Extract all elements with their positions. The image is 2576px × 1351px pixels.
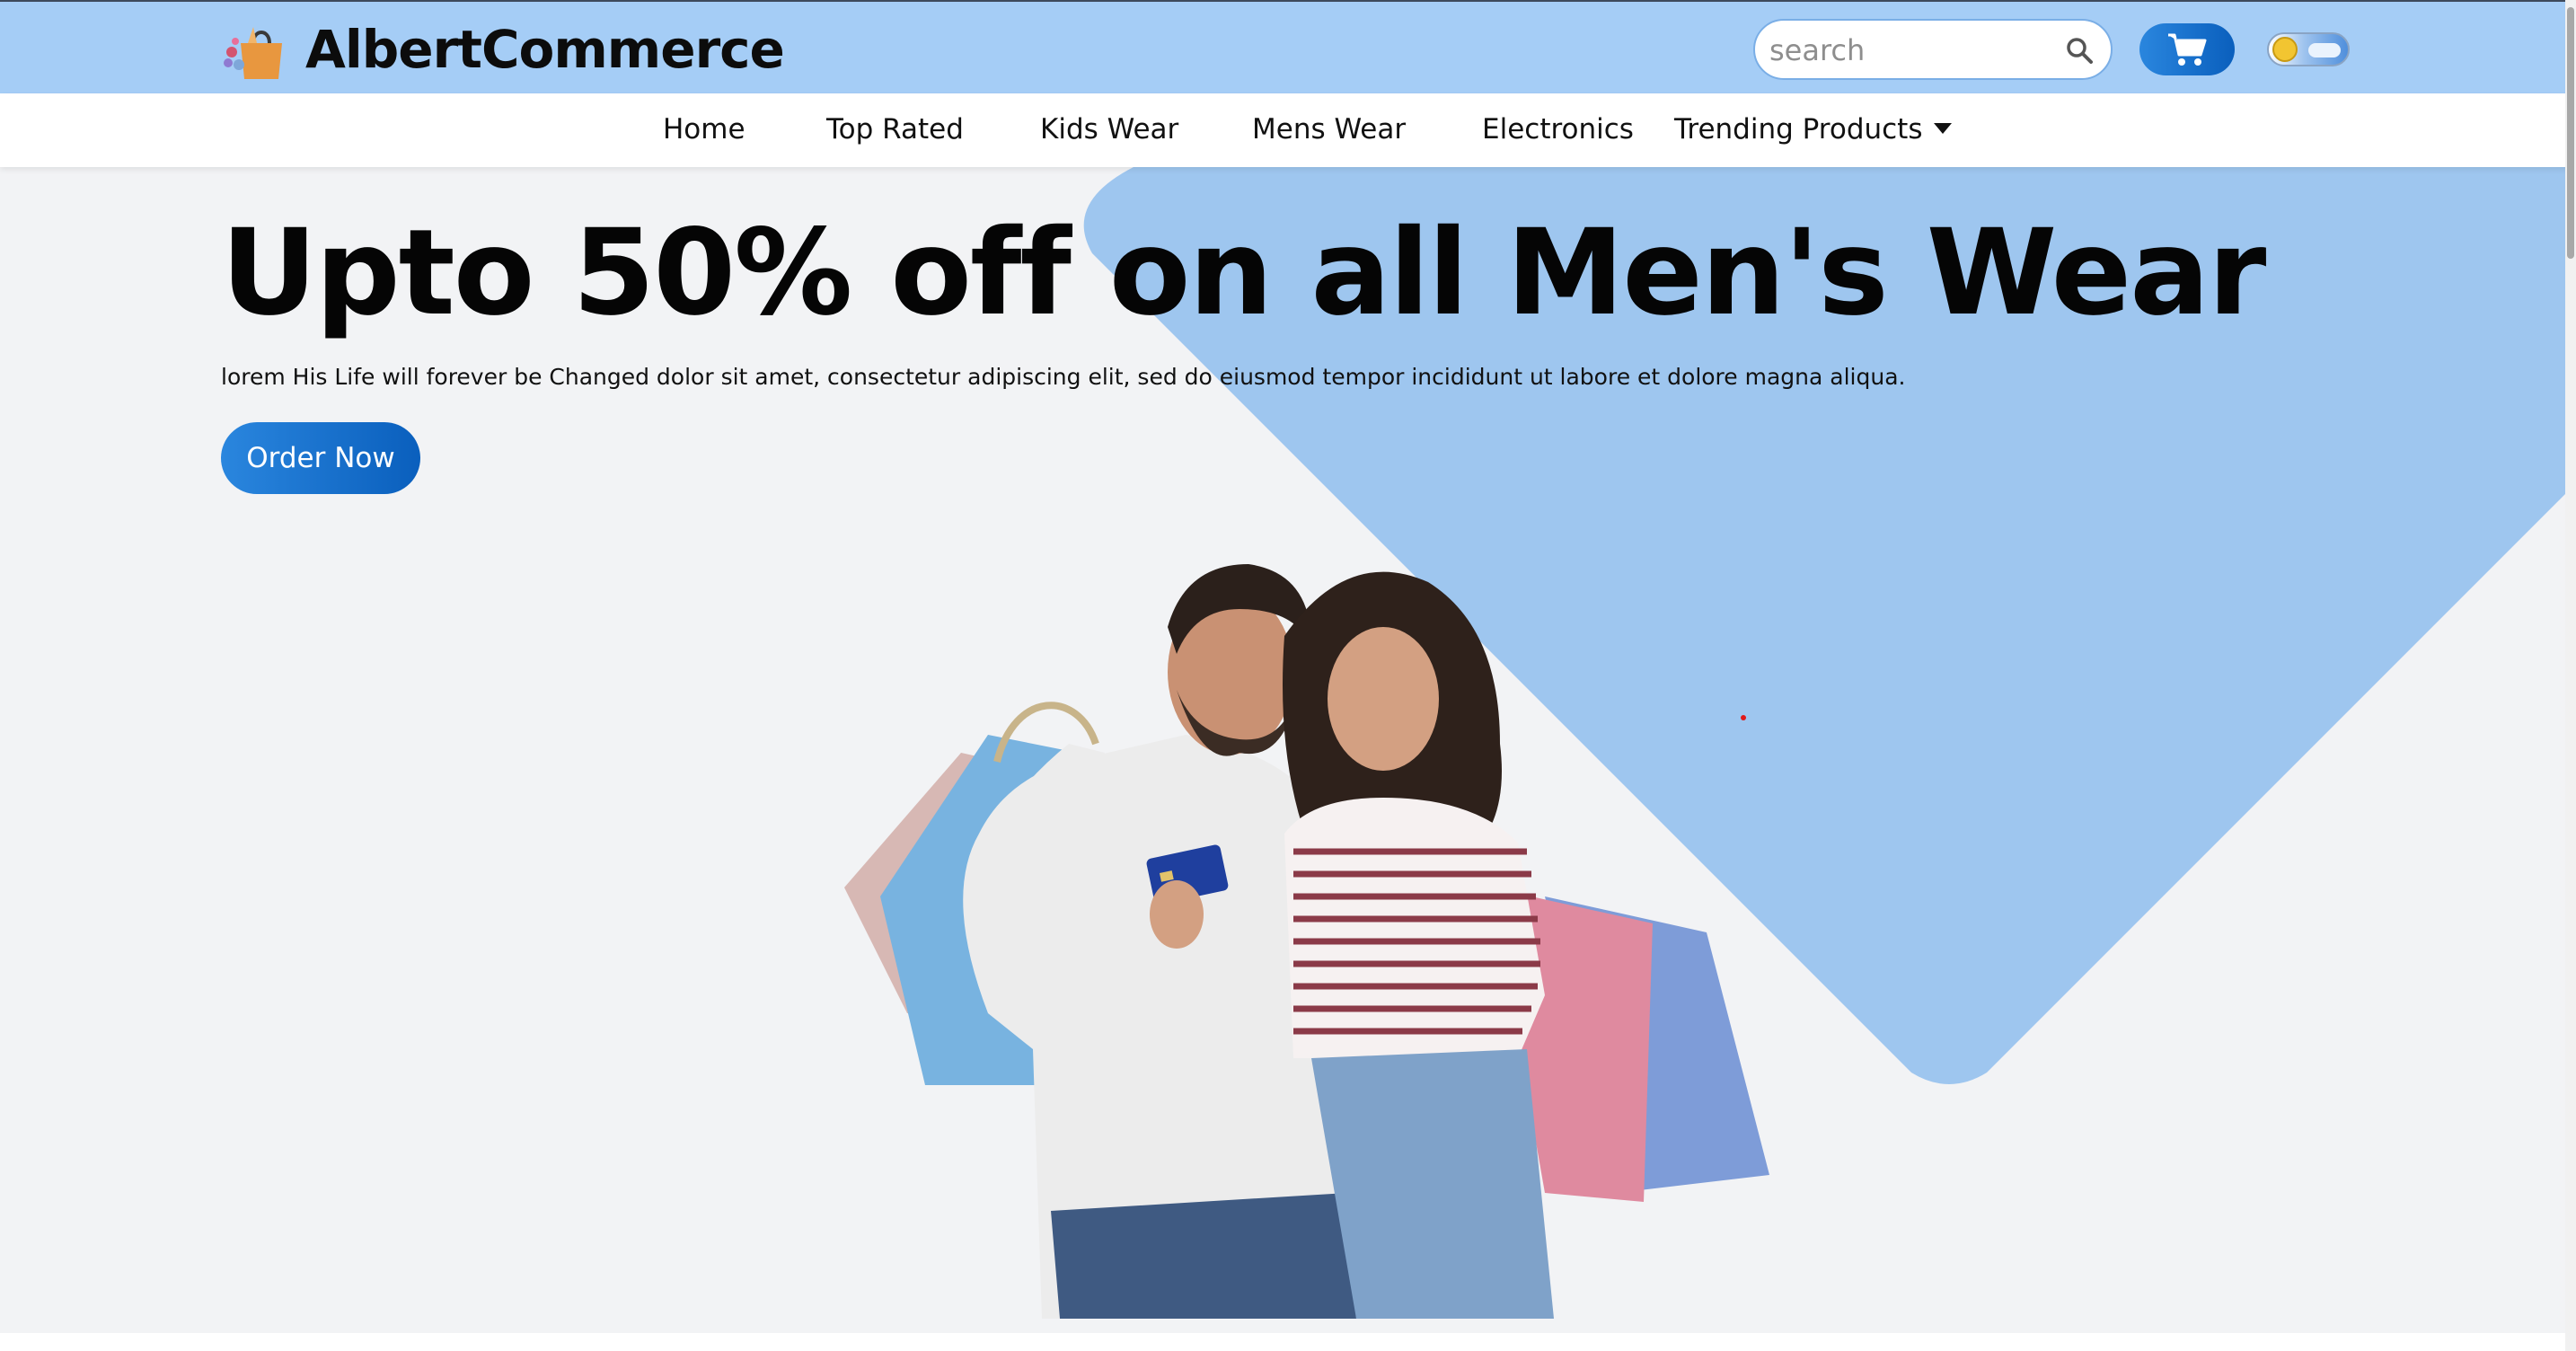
nav-item-trending-label: Trending Products [1674,113,1923,146]
search-input[interactable] [1768,28,2037,73]
hero-couple-image [844,564,1769,1319]
scrollbar-thumb[interactable] [2567,7,2574,259]
cloud-icon [2308,43,2341,57]
nav-item-kids-wear[interactable]: Kids Wear [1040,113,1178,146]
nav-item-mens-wear[interactable]: Mens Wear [1252,113,1406,146]
nav-item-trending-products[interactable]: Trending Products [1674,113,1952,146]
search-box[interactable] [1753,19,2113,80]
brand-name: AlbertCommerce [305,19,785,80]
nav-item-top-rated[interactable]: Top Rated [826,113,964,146]
hero-section: Upto 50% off on all Men's Wear lorem His… [0,167,2576,1333]
theme-toggle[interactable] [2267,32,2350,66]
hero-subtitle: lorem His Life will forever be Changed d… [221,364,1906,390]
hero-title: Upto 50% off on all Men's Wear [221,204,2266,342]
nav-item-electronics[interactable]: Electronics [1482,113,1634,146]
cart-button[interactable] [2139,23,2235,75]
shopping-bag-icon [224,27,282,79]
order-now-button[interactable]: Order Now [221,422,420,494]
page-scrollbar[interactable] [2565,0,2576,1351]
search-icon[interactable] [2064,35,2095,66]
caret-down-icon [1933,122,1952,134]
main-nav: Home Top Rated Kids Wear Mens Wear Elect… [0,93,2576,167]
brand-logo[interactable]: AlbertCommerce [221,18,785,81]
page-bottom-strip [0,1333,2576,1351]
top-header: AlbertCommerce [0,0,2576,93]
cart-icon [2168,33,2207,66]
nav-item-home[interactable]: Home [663,113,745,146]
sun-icon [2272,37,2298,62]
